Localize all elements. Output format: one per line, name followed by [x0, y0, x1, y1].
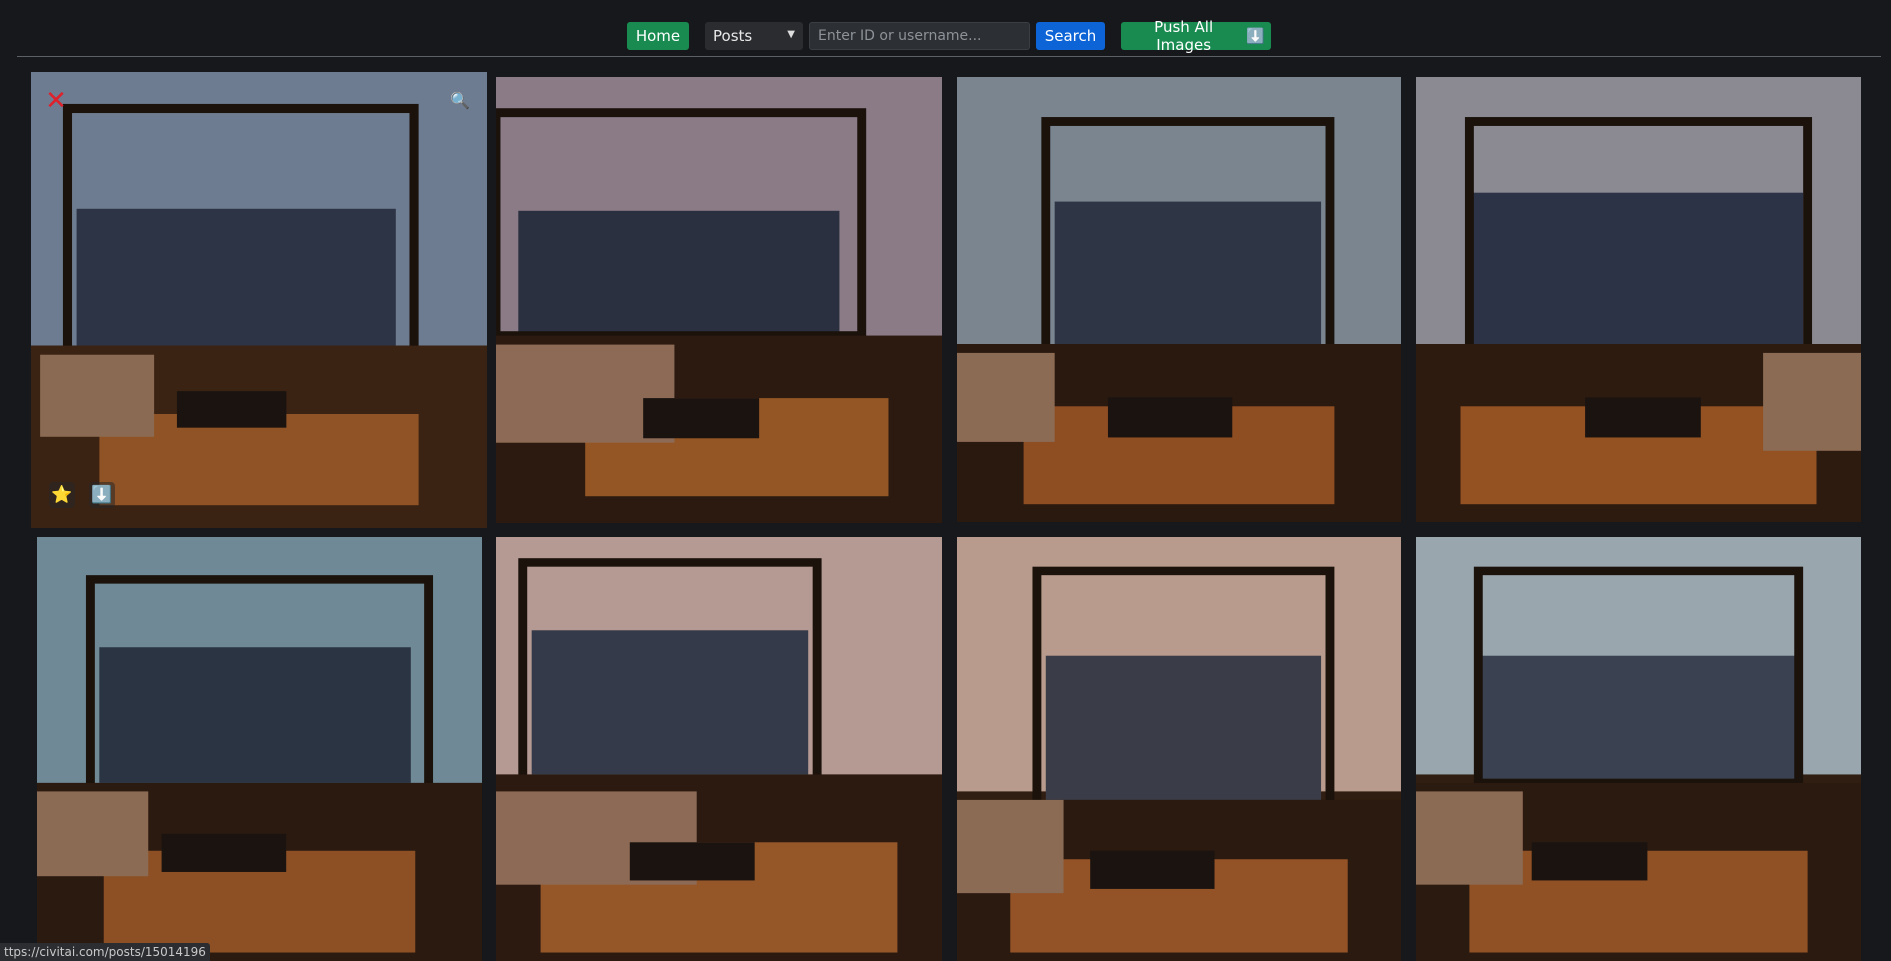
coffee-table — [1585, 397, 1701, 438]
type-select-value: Posts — [713, 27, 753, 45]
push-all-images-label: Push All Images — [1154, 18, 1214, 54]
search-placeholder: Enter ID or username... — [818, 28, 982, 44]
gallery-image-2[interactable] — [496, 77, 942, 523]
gallery-image-6[interactable] — [496, 537, 942, 961]
image-thumbnail — [1416, 77, 1861, 522]
type-select[interactable]: Posts ▼ — [705, 22, 803, 50]
gallery-image-1[interactable]: ✕ 🔍 ⭐ ⬇️ — [31, 72, 487, 528]
download-icon[interactable]: ⬇️ — [89, 482, 115, 508]
zoom-icon[interactable]: 🔍 — [449, 90, 471, 112]
image-thumbnail — [957, 537, 1401, 961]
image-thumbnail — [957, 77, 1401, 522]
close-icon[interactable]: ✕ — [43, 88, 69, 114]
search-input[interactable]: Enter ID or username... — [809, 22, 1030, 50]
gallery-image-5[interactable] — [37, 537, 482, 961]
coffee-table — [1090, 850, 1215, 889]
chevron-down-icon: ▼ — [787, 29, 795, 40]
sofa — [1763, 352, 1861, 451]
image-thumbnail — [1416, 537, 1861, 961]
coffee-table — [161, 833, 287, 872]
coffee-table — [1531, 842, 1648, 881]
gallery-image-7[interactable] — [957, 537, 1401, 961]
skyline — [1054, 201, 1322, 344]
image-thumbnail — [31, 72, 487, 528]
download-icon: ⬇️ — [1246, 27, 1265, 45]
skyline — [1045, 655, 1322, 800]
skyline — [531, 630, 809, 775]
coffee-table — [629, 842, 755, 881]
skyline — [518, 210, 840, 336]
coffee-table — [1107, 397, 1233, 438]
sofa — [40, 354, 155, 437]
skyline — [1478, 655, 1799, 783]
skyline — [1469, 192, 1804, 344]
sofa — [37, 791, 149, 877]
gallery-image-3[interactable] — [957, 77, 1401, 522]
image-thumbnail — [496, 77, 942, 523]
sofa — [957, 352, 1055, 442]
home-button[interactable]: Home — [627, 22, 689, 50]
push-all-images-button[interactable]: Push All Images ⬇️ — [1121, 18, 1271, 54]
gallery-image-4[interactable] — [1416, 77, 1861, 522]
skyline — [99, 647, 411, 783]
sofa — [1416, 791, 1523, 885]
image-thumbnail — [37, 537, 482, 961]
sofa — [957, 799, 1064, 894]
favorite-icon[interactable]: ⭐ — [49, 482, 75, 508]
image-thumbnail — [496, 537, 942, 961]
skyline — [76, 208, 396, 346]
coffee-table — [643, 398, 760, 439]
search-button[interactable]: Search — [1036, 22, 1105, 50]
status-bar-url: ttps://civitai.com/posts/15014196 — [0, 943, 210, 961]
coffee-table — [176, 391, 287, 428]
gallery-image-8[interactable] — [1416, 537, 1861, 961]
